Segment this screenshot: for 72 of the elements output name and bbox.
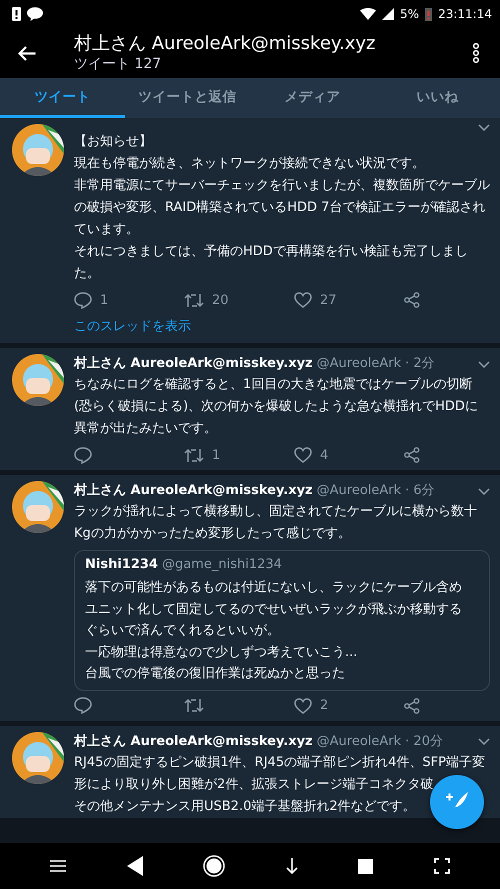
tweet-text: 【お知らせ】 (74, 133, 152, 151)
tweet-text: それにつきましては、予備のHDDで再構築を行い検証も完了しました。 (74, 243, 469, 283)
down-arrow-icon[interactable] (286, 858, 298, 874)
author-name: 村上さん AureoleArk@misskey.xyz (74, 732, 313, 750)
menu-icon[interactable] (50, 860, 66, 872)
battery-percent: 5% (400, 7, 420, 21)
share-icon (404, 698, 420, 714)
chevron-down-icon[interactable] (478, 360, 490, 368)
wifi-icon (360, 8, 376, 20)
author-name: 村上さん AureoleArk@misskey.xyz (74, 482, 313, 499)
avatar-icon (12, 732, 64, 784)
profile-tab[interactable]: ツイートと返信 (125, 78, 250, 118)
chat-bubble-icon (27, 7, 43, 21)
tweet-text: 現在も停電が続き、ネットワークが接続できない状況です。 (74, 155, 425, 173)
tweet-time: · 2分 (405, 355, 435, 372)
reply-icon (74, 697, 92, 714)
quoted-text: 一応物理は得意なので少しずつ考えていこう... (85, 644, 358, 662)
signal-icon (382, 8, 394, 20)
tweet-text: RJ45の固定するピン破損1件、RJ45の端子部ピン折れ4件、SFP端子変 (74, 754, 485, 772)
profile-tab[interactable]: いいね (375, 78, 500, 118)
retweet-icon (184, 292, 204, 308)
tweet-text: ラックが揺れによって横移動し、固定されてたケーブルに横から数十Kgの力がかかったため変形したって感じです。 (74, 503, 478, 543)
chevron-down-icon[interactable] (478, 488, 490, 494)
retweet-button[interactable]: 1 (184, 444, 294, 466)
home-circle-icon[interactable] (203, 855, 226, 877)
square-icon[interactable] (358, 858, 374, 874)
back-arrow-icon (18, 46, 36, 60)
quoted-text: 落下の可能性があるものは付近にないし、ラックにケーブル含めユニット化して固定してるのでせいぜいラックが飛ぶか移動するぐらいで済んでくれるといいが。 (85, 579, 463, 640)
quoted-author-handle: @game_nishi1234 (162, 557, 282, 572)
author-handle: @AureoleArk (316, 483, 402, 498)
feather-plus-icon (445, 791, 469, 813)
profile-title: 村上さん AureoleArk@misskey.xyz (74, 32, 376, 54)
battery-alert-icon (12, 7, 21, 21)
profile-tab[interactable]: メディア (250, 78, 375, 118)
retweet-icon (184, 698, 204, 713)
tweet-count: ツイート 127 (74, 54, 162, 74)
battery-low-icon (425, 8, 432, 20)
share-icon (404, 292, 420, 308)
reply-icon (74, 446, 92, 464)
tweet-text: ちなみにログを確認すると、1回目の大きな地震ではケーブルの切断(恐らく破損による)、次の何かを爆破したような急な横揺れでHDDに異常が出たみたいです。 (74, 376, 479, 438)
avatar-icon (12, 124, 64, 176)
show-thread-link[interactable]: このスレッドを表示 (74, 317, 191, 335)
quoted-tweet[interactable]: Nishi1234 @game_nishi1234 落下の可能性があるものは付近にないし、ラックにケーブル含めユニット化して固定してるのでせいぜいラックが飛ぶか移動するぐらいで済んでくれるといいが。 一応物理は得意なので少しずつ考えていこう... 台風での停電後の復旧作業は死ぬかと思った (74, 550, 490, 690)
chevron-down-icon[interactable] (478, 738, 490, 745)
quoted-text: 台風での停電後の復旧作業は死ぬかと思った (85, 665, 345, 683)
tweet-time: · 6分 (405, 482, 435, 499)
like-button[interactable]: 27 (294, 288, 404, 312)
reply-icon (74, 292, 92, 308)
quoted-author-name: Nishi1234 (85, 557, 158, 572)
author-name: 村上さん AureoleArk@misskey.xyz (74, 355, 313, 372)
tweet-text: 非常用電源にてサーバーチェックを行いましたが、複数箇所でケーブルの破損や変形、RAID構築されているHDD 7台で検証エラーが確認されています。 (74, 177, 490, 239)
avatar-icon (12, 354, 64, 406)
author-handle: @AureoleArk (316, 734, 402, 748)
retweet-icon (184, 448, 204, 462)
avatar-icon (12, 481, 64, 533)
like-button[interactable]: 4 (294, 443, 404, 467)
heart-icon (294, 292, 312, 308)
heart-icon (294, 698, 312, 714)
reply-button[interactable]: 1 (74, 288, 184, 312)
clock: 23:11:14 (438, 7, 492, 21)
tweet-time: · 20分 (405, 732, 443, 750)
tweet-text: 形により取り外し困難が2件、拡張ストレージ端子コネクタ破 (74, 776, 434, 794)
back-triangle-icon[interactable] (126, 856, 143, 876)
fullscreen-icon[interactable] (434, 858, 450, 874)
heart-icon (294, 447, 312, 463)
retweet-button[interactable]: 20 (184, 288, 294, 312)
more-options-icon (472, 43, 480, 63)
like-button[interactable]: 2 (294, 694, 404, 718)
tweet-text: その他メンテナンス用USB2.0端子基盤折れ2件などです。 (74, 798, 416, 816)
share-icon (404, 447, 420, 463)
author-handle: @AureoleArk (316, 356, 402, 371)
chevron-down-icon[interactable] (478, 124, 490, 131)
